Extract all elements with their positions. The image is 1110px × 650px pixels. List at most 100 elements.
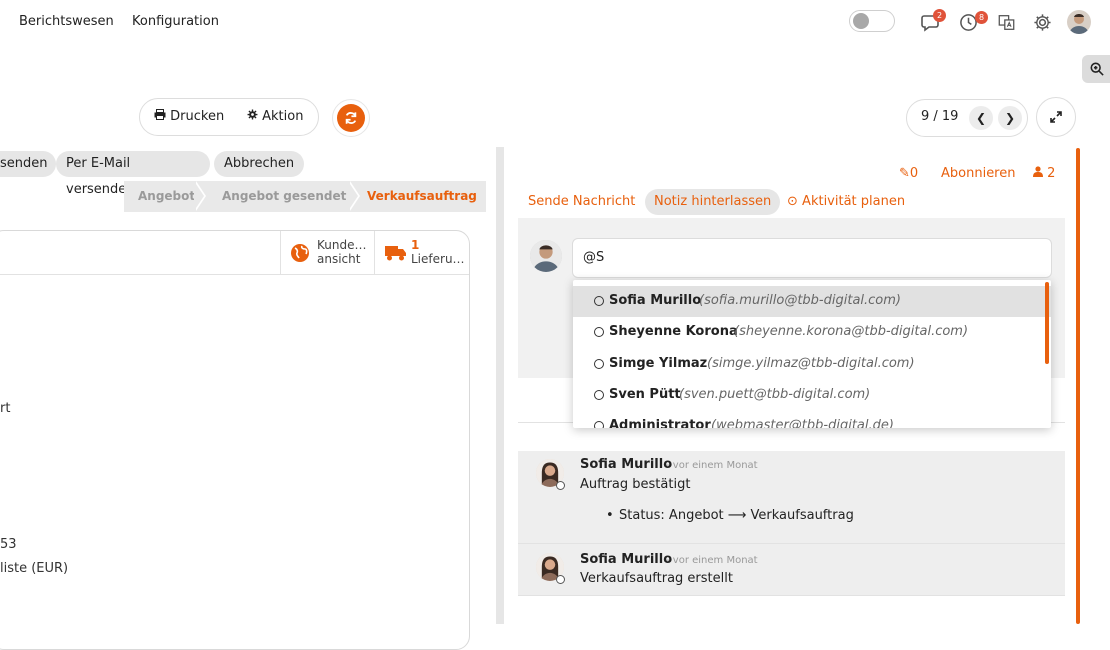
menu-konfiguration[interactable]: Konfiguration [132, 14, 219, 29]
status-circle-icon [594, 421, 604, 428]
customer-preview-button[interactable]: Kunde… ansicht [280, 231, 374, 274]
customer-preview-line1: Kunde… [317, 238, 367, 252]
mention-email: (sven.puett@tbb-digital.com) [679, 387, 871, 402]
messages-menu[interactable]: 2 [921, 9, 946, 34]
chatter-scrollbar[interactable] [1076, 148, 1080, 624]
message-body: Verkaufsauftrag erstellt [580, 571, 733, 586]
send-button[interactable]: senden [0, 151, 56, 177]
delivery-button[interactable]: 1 Lieferu… [374, 231, 470, 274]
status-circle-icon [594, 359, 604, 369]
side-search-tab[interactable] [1082, 55, 1110, 83]
status-circle-icon [594, 327, 604, 337]
user-icon [1033, 166, 1043, 177]
delivery-count: 1 [411, 238, 420, 252]
user-avatar-icon [530, 240, 562, 272]
mention-email: (sofia.murillo@tbb-digital.com) [699, 293, 901, 308]
tab-send-message[interactable]: Sende Nachricht [519, 189, 644, 215]
print-label: Drucken [170, 109, 225, 124]
mention-suggestions: Sofia Murillo (sofia.murillo@tbb-digital… [573, 280, 1051, 428]
pager-previous-button[interactable]: ❮ [969, 106, 993, 130]
pricelist-fragment: liste (EUR) [0, 561, 69, 576]
refresh-button[interactable] [337, 104, 365, 132]
customer-preview-label: Kunde… ansicht [317, 238, 366, 266]
cog-icon [247, 109, 258, 120]
stage-verkaufsauftrag: Verkaufsauftrag [367, 189, 477, 203]
message-body: Auftrag bestätigt [580, 477, 691, 492]
customer-preview-line2: ansicht [317, 252, 361, 266]
status-circle-icon [594, 296, 604, 306]
presence-indicator [556, 575, 565, 584]
refresh-icon [345, 112, 357, 124]
message-time: - vor einem Monat [666, 460, 758, 471]
mention-name: Sheyenne Korona [609, 324, 738, 339]
message-item: Sofia Murillo - vor einem Monat Auftrag … [518, 451, 1065, 543]
followers-button[interactable]: 2 [1033, 166, 1055, 181]
gear-icon [1034, 14, 1051, 31]
print-action-group: Drucken Aktion [139, 98, 319, 136]
activities-badge: 8 [975, 11, 988, 24]
delivery-label: 1 Lieferu… [411, 238, 465, 266]
subscribe-button[interactable]: Abonnieren [941, 166, 1015, 181]
pager-value: 9 / 19 [921, 109, 959, 124]
settings-menu[interactable] [1033, 13, 1053, 33]
mention-email: (sheyenne.korona@tbb-digital.com) [734, 324, 969, 339]
message-author[interactable]: Sofia Murillo [580, 552, 672, 567]
presence-indicator [556, 481, 565, 490]
clock-icon: ⊙ [787, 194, 798, 209]
cancel-button[interactable]: Abbrechen [214, 151, 304, 177]
field-fragment: rt [0, 401, 11, 416]
paperclip-icon: ✎ [899, 166, 910, 181]
delivery-text: Lieferu… [411, 252, 465, 266]
bullet-icon: • [606, 508, 614, 523]
button-box-divider [0, 274, 469, 275]
tab-schedule-activity[interactable]: ⊙ Aktivität planen [778, 189, 914, 215]
globe-icon [291, 244, 309, 262]
expand-button[interactable] [1036, 97, 1076, 137]
menu-berichtswesen[interactable]: Berichtswesen [19, 14, 114, 29]
chevron-right-icon: ❯ [1004, 111, 1016, 125]
user-avatar[interactable] [1067, 10, 1091, 34]
composer-input[interactable]: @S [572, 238, 1052, 278]
message-author[interactable]: Sofia Murillo [580, 457, 672, 472]
record-pager: 9 / 19 ❮ ❯ [906, 99, 1028, 137]
send-email-button[interactable]: Per E-Mail versenden [56, 151, 210, 197]
mention-name: Sven Pütt [609, 387, 681, 402]
printer-icon [154, 109, 166, 120]
action-button[interactable]: Aktion [247, 109, 303, 124]
refresh-wrapper [332, 99, 370, 137]
stage-angebot[interactable]: Angebot [138, 189, 195, 203]
composer-avatar [530, 240, 562, 272]
dark-mode-toggle[interactable] [849, 10, 895, 32]
mention-option[interactable]: Sven Pütt (sven.puett@tbb-digital.com) [573, 380, 1051, 411]
message-item: Sofia Murillo - vor einem Monat Verkaufs… [518, 544, 1065, 595]
stage-separator-inner [348, 181, 358, 211]
mention-option[interactable]: Sheyenne Korona (sheyenne.korona@tbb-dig… [573, 317, 1051, 348]
message-divider [518, 595, 1065, 596]
mention-email: (simge.yilmaz@tbb-digital.com) [707, 356, 915, 371]
form-sheet: Kunde… ansicht 1 Lieferu… [0, 230, 470, 650]
mention-option[interactable]: Simge Yilmaz (simge.yilmaz@tbb-digital.c… [573, 349, 1051, 380]
print-button[interactable]: Drucken [154, 109, 224, 124]
truck-icon [385, 246, 406, 261]
language-menu[interactable] [998, 14, 1016, 32]
expand-icon [1050, 111, 1062, 123]
zoom-in-icon [1090, 62, 1104, 76]
messages-badge: 2 [933, 9, 946, 22]
user-avatar-icon [1069, 14, 1089, 34]
mention-name: Administrator [609, 418, 711, 428]
tab-log-note[interactable]: Notiz hinterlassen [645, 189, 781, 215]
tracking-change: Status: Angebot ⟶ Verkaufsauftrag [619, 508, 854, 523]
attachments-button[interactable]: ✎0 [899, 166, 918, 181]
dropdown-scrollbar[interactable] [1045, 282, 1049, 364]
stage-angebot-gesendet[interactable]: Angebot gesendet [222, 189, 346, 203]
mention-option[interactable]: Sofia Murillo (sofia.murillo@tbb-digital… [573, 286, 1051, 317]
pager-next-button[interactable]: ❯ [998, 106, 1022, 130]
activities-menu[interactable]: 8 [959, 11, 988, 35]
mention-option[interactable]: Administrator (webmaster@tbb-digital.de) [573, 411, 1051, 428]
status-bar: Angebot Angebot gesendet Verkaufsauftrag [124, 181, 486, 212]
action-label: Aktion [262, 109, 304, 124]
field-fragment: 53 [0, 537, 17, 552]
chevron-left-icon: ❮ [975, 111, 987, 125]
panel-resize-handle[interactable] [496, 147, 504, 624]
top-navbar: Berichtswesen Konfiguration 2 8 [0, 0, 1110, 46]
